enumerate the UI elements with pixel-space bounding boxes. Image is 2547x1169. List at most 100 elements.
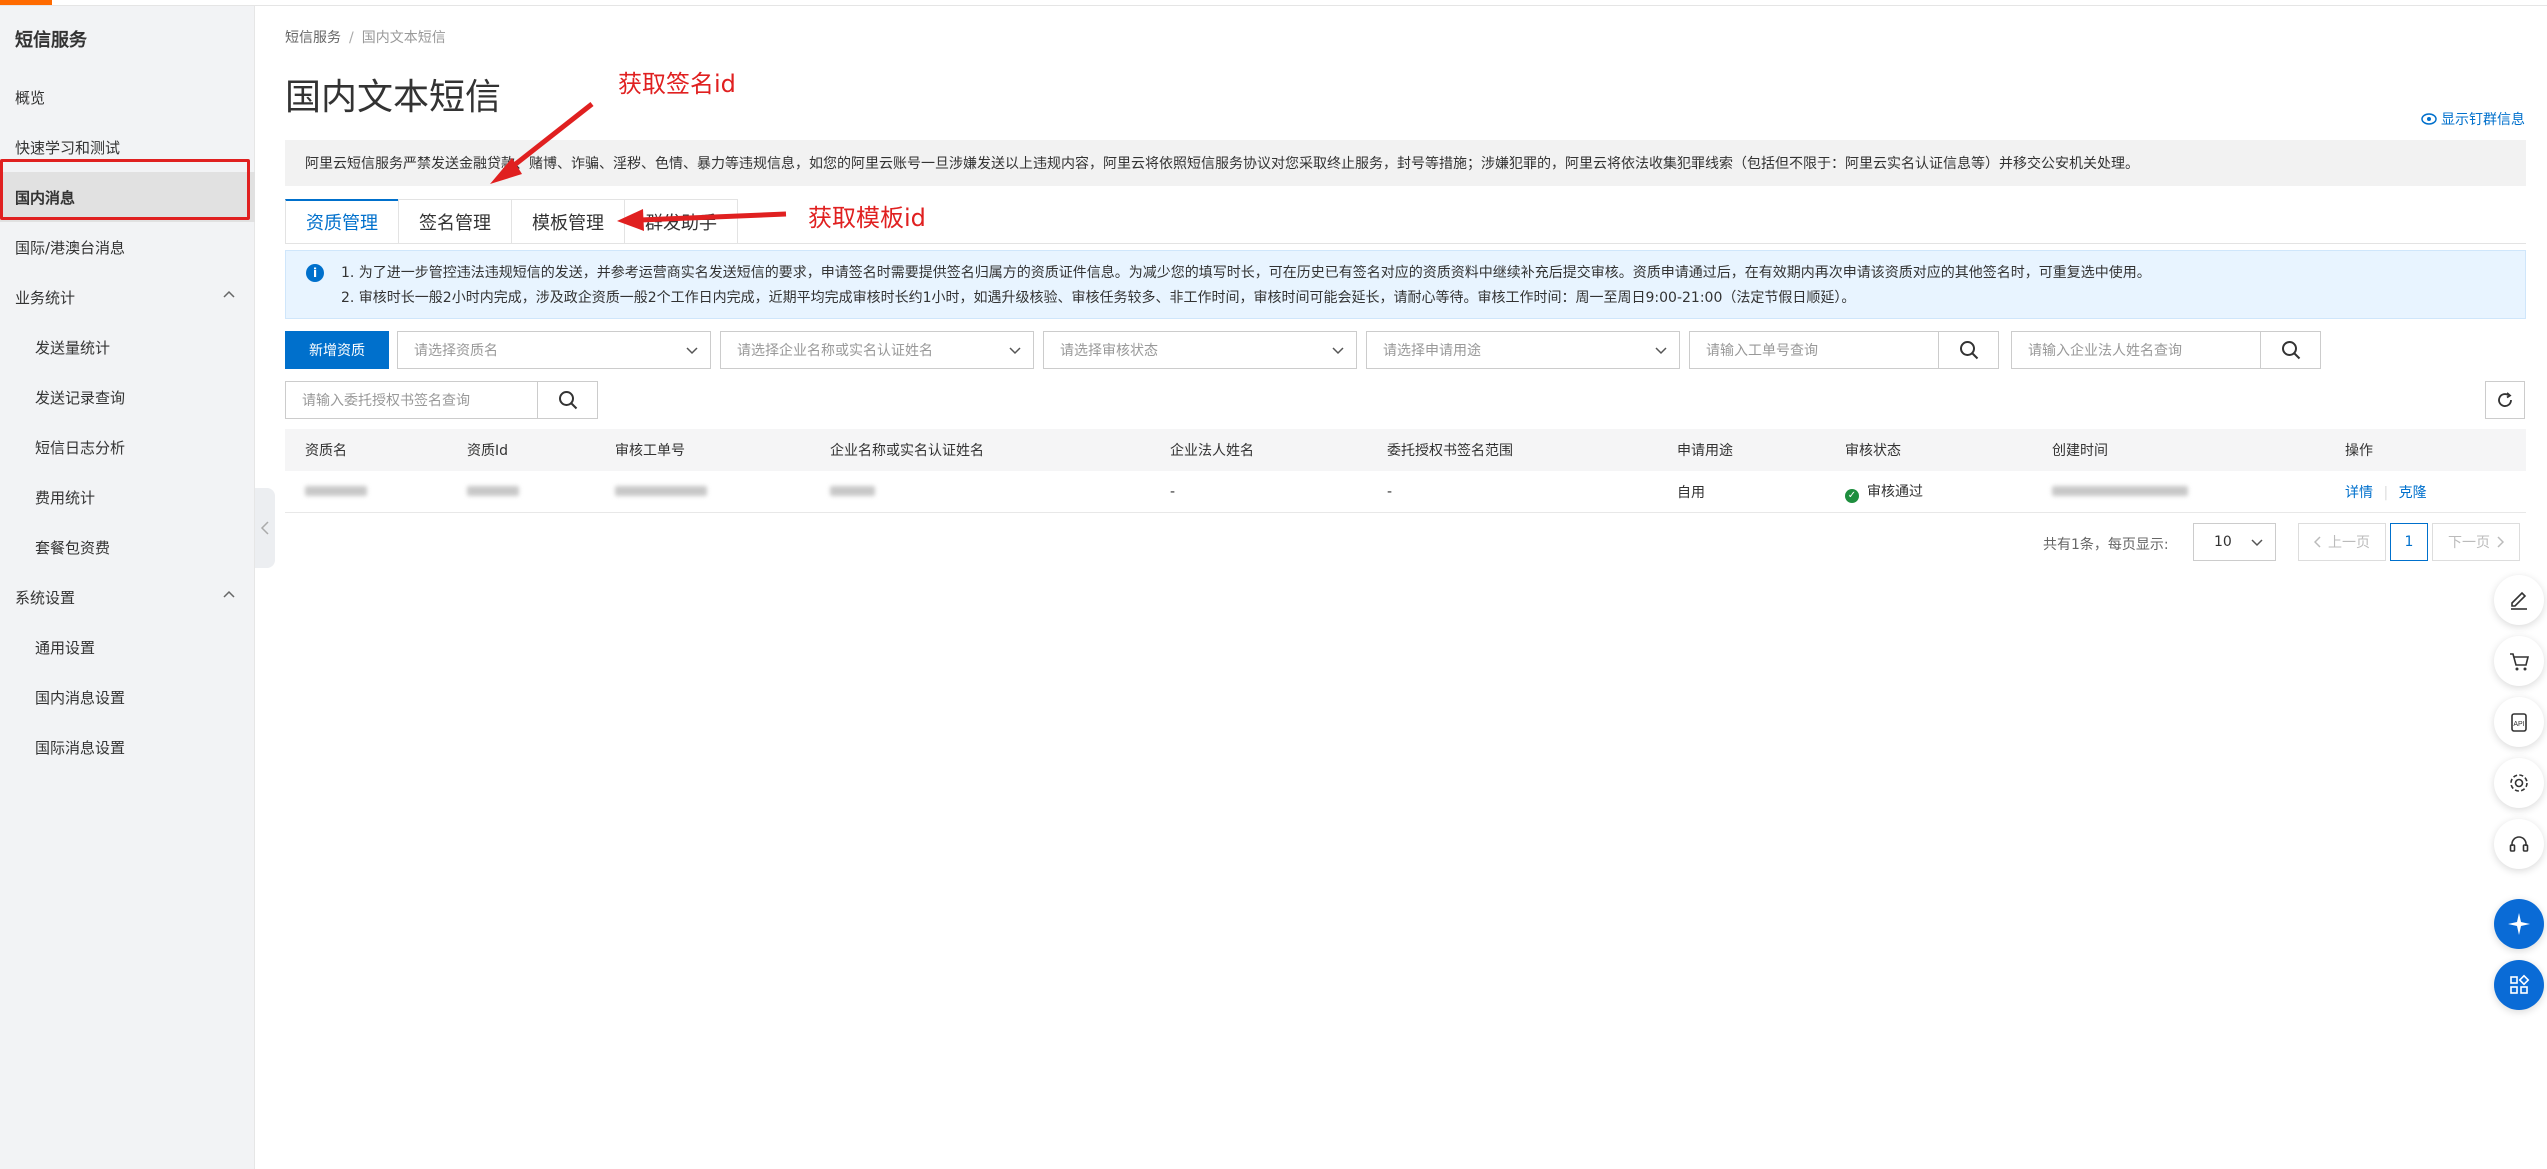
col-company-name: 企业名称或实名认证姓名	[830, 443, 984, 459]
sidebar-group-label: 业务统计	[15, 288, 76, 307]
tab-qualification[interactable]: 资质管理	[285, 199, 399, 243]
api-float-button[interactable]: API	[2494, 697, 2544, 747]
tab-bulk-sender[interactable]: 群发助手	[624, 199, 738, 243]
apps-float-button[interactable]	[2494, 960, 2544, 1010]
edit-float-button[interactable]	[2494, 575, 2544, 625]
tab-template[interactable]: 模板管理	[511, 199, 625, 243]
refresh-button[interactable]	[2485, 381, 2525, 419]
edit-icon	[2511, 591, 2527, 610]
sidebar-item-send-records[interactable]: 发送记录查询	[0, 372, 255, 422]
breadcrumb: 短信服务 / 国内文本短信	[285, 27, 446, 47]
cell-auth-scope: -	[1387, 483, 1393, 500]
sidebar-collapse-handle[interactable]	[255, 488, 275, 568]
sidebar-item-send-stats[interactable]: 发送量统计	[0, 322, 255, 372]
sidebar-item-package-pricing[interactable]: 套餐包资费	[0, 522, 255, 572]
cell-ticket-no	[615, 484, 707, 500]
support-float-button[interactable]	[2494, 819, 2544, 869]
sidebar-item-general-settings[interactable]: 通用设置	[0, 622, 255, 672]
col-qualification-name: 资质名	[305, 443, 347, 459]
action-divider: |	[2383, 484, 2389, 501]
sidebar-item-cost-stats[interactable]: 费用统计	[0, 472, 255, 522]
ai-assistant-icon	[2508, 913, 2530, 935]
cart-float-button[interactable]	[2494, 636, 2544, 686]
sidebar-group-statistics[interactable]: 业务统计	[0, 272, 255, 322]
info-icon: i	[306, 264, 324, 282]
breadcrumb-separator: /	[349, 30, 354, 46]
search-icon	[558, 391, 577, 410]
legal-person-search-button[interactable]	[2260, 332, 2320, 368]
page-number-current[interactable]: 1	[2390, 523, 2428, 561]
tab-signature[interactable]: 签名管理	[398, 199, 512, 243]
top-border	[0, 5, 2547, 6]
company-select-placeholder: 请选择企业名称或实名认证姓名	[737, 343, 933, 359]
legal-person-search[interactable]: 请输入企业法人姓名查询	[2011, 331, 2321, 369]
cart-icon	[2510, 653, 2530, 671]
chevron-down-icon	[2251, 539, 2263, 547]
settings-icon	[2510, 774, 2528, 792]
sidebar-group-system-settings[interactable]: 系统设置	[0, 572, 255, 622]
breadcrumb-root[interactable]: 短信服务	[285, 30, 341, 46]
authorization-search-button[interactable]	[537, 382, 597, 418]
status-text: 审核通过	[1867, 483, 1923, 500]
annotation-sign-id: 获取签名id	[618, 70, 736, 98]
detail-link[interactable]: 详情	[2345, 485, 2373, 501]
col-ticket-no: 审核工单号	[615, 443, 685, 459]
show-dingtalk-info-link[interactable]: 显示钉群信息	[2421, 109, 2525, 129]
company-select[interactable]: 请选择企业名称或实名认证姓名	[720, 331, 1034, 369]
next-page-button[interactable]: 下一页	[2432, 523, 2520, 561]
ticket-search-button[interactable]	[1938, 332, 1998, 368]
col-auth-scope: 委托授权书签名范围	[1387, 443, 1513, 459]
cell-usage: 自用	[1677, 484, 1705, 501]
refresh-icon	[2498, 392, 2512, 407]
info-notice: i 1. 为了进一步管控违法违规短信的发送，并参考运营商实名发送短信的要求，申请…	[285, 250, 2526, 319]
sidebar-title: 短信服务	[15, 30, 87, 51]
add-qualification-button[interactable]: 新增资质	[285, 331, 389, 369]
usage-select[interactable]: 请选择申请用途	[1366, 331, 1680, 369]
page-size-select[interactable]: 10	[2193, 523, 2276, 561]
tab-bar: 资质管理 签名管理 模板管理 群发助手	[285, 199, 738, 243]
sidebar-item-overview[interactable]: 概览	[0, 72, 255, 122]
sidebar-item-quickstart[interactable]: 快速学习和测试	[0, 122, 255, 172]
chevron-down-icon	[1655, 347, 1667, 355]
page-title: 国内文本短信	[285, 77, 502, 118]
pagination-total: 共有1条，每页显示:	[2043, 537, 2169, 553]
authorization-search-input[interactable]: 请输入委托授权书签名查询	[286, 382, 537, 418]
api-icon: API	[2511, 713, 2527, 732]
sidebar-item-international-settings[interactable]: 国际消息设置	[0, 722, 255, 772]
clone-link[interactable]: 克隆	[2399, 485, 2427, 501]
qualification-select[interactable]: 请选择资质名	[397, 331, 711, 369]
col-actions: 操作	[2345, 443, 2373, 459]
review-status-select-placeholder: 请选择审核状态	[1060, 343, 1158, 359]
show-dingtalk-info-label: 显示钉群信息	[2441, 112, 2525, 128]
check-circle-icon: ✓	[1845, 488, 1859, 503]
settings-float-button[interactable]	[2494, 758, 2544, 808]
chevron-down-icon	[1009, 347, 1021, 355]
ticket-search-input[interactable]: 请输入工单号查询	[1690, 332, 1938, 368]
tab-divider	[285, 243, 2526, 244]
prev-page-button[interactable]: 上一页	[2298, 523, 2386, 561]
chevron-left-icon	[2314, 536, 2321, 548]
authorization-search[interactable]: 请输入委托授权书签名查询	[285, 381, 598, 419]
qualification-table: 资质名 资质Id 审核工单号 企业名称或实名认证姓名 企业法人姓名 委托授权书签…	[285, 429, 2526, 513]
ai-assistant-float-button[interactable]	[2494, 899, 2544, 949]
compliance-warning: 阿里云短信服务严禁发送金融贷款、赌博、诈骗、淫秽、色情、暴力等违规信息，如您的阿…	[285, 140, 2526, 186]
legal-person-search-input[interactable]: 请输入企业法人姓名查询	[2012, 332, 2260, 368]
col-created-time: 创建时间	[2052, 443, 2108, 459]
sidebar-item-domestic[interactable]: 国内消息	[0, 172, 255, 222]
sidebar-item-domestic-settings[interactable]: 国内消息设置	[0, 672, 255, 722]
chevron-left-icon	[260, 521, 269, 535]
sidebar-item-log-analysis[interactable]: 短信日志分析	[0, 422, 255, 472]
breadcrumb-current: 国内文本短信	[361, 30, 446, 46]
cell-created-time	[2052, 484, 2188, 500]
chevron-up-icon	[223, 290, 235, 298]
table-row: - - 自用 ✓ 审核通过 详情 | 克隆	[285, 471, 2526, 513]
sidebar-group-label: 系统设置	[15, 588, 76, 607]
cell-company-name	[830, 484, 875, 500]
ticket-search[interactable]: 请输入工单号查询	[1689, 331, 1999, 369]
col-status: 审核状态	[1845, 443, 1901, 459]
sidebar: 短信服务 概览 快速学习和测试 国内消息 国际/港澳台消息 业务统计 发送量统计…	[0, 6, 255, 1169]
review-status-select[interactable]: 请选择审核状态	[1043, 331, 1357, 369]
sidebar-item-international[interactable]: 国际/港澳台消息	[0, 222, 255, 272]
annotation-template-id: 获取模板id	[808, 204, 926, 232]
search-icon	[2281, 341, 2300, 360]
